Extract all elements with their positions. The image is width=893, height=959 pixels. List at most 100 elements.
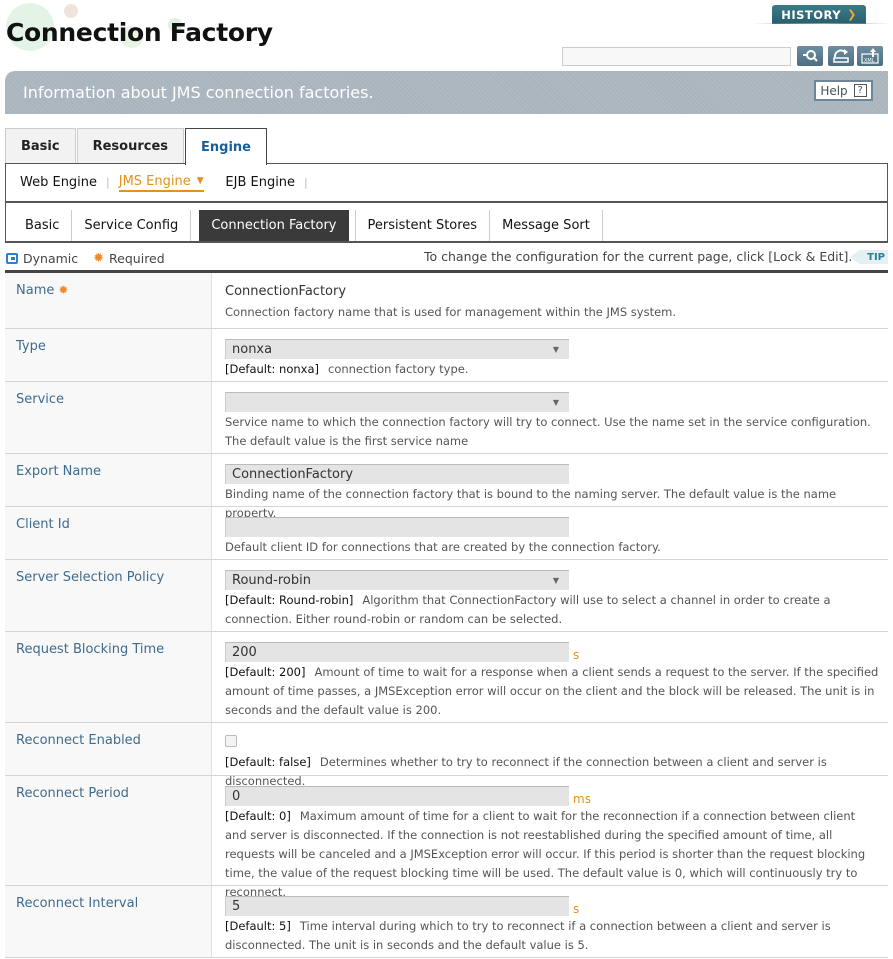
field-content: nonxa ▼ [Default: nonxa] connection factor… [212,329,888,381]
page-title: Connection Factory [6,18,273,47]
field-content: Default client ID for connections that a… [212,507,888,559]
request-blocking-time-input[interactable]: 200 [225,642,569,662]
default-value: [Default: 5] [225,919,291,933]
engine-tab-ejb[interactable]: EJB Engine [225,175,295,190]
unit-label: s [573,648,580,662]
form-row-request-blocking-time: Request Blocking Time 200 s [Default: 200… [5,632,888,723]
field-label: Reconnect Period [5,776,212,885]
subtab-basic[interactable]: Basic [13,210,73,241]
tab-resources[interactable]: Resources [76,128,185,164]
info-bar: Information about JMS connection factori… [5,71,888,114]
field-label: Client Id [5,507,212,559]
field-label-text: Name [16,283,55,298]
tab-basic[interactable]: Basic [5,128,76,164]
default-value: [Default: 0] [225,809,291,823]
service-select[interactable]: ▼ [225,392,569,412]
history-button[interactable]: HISTORY ❯ [772,5,866,24]
description-text: Amount of time to wait for a response wh… [225,665,879,717]
separator: | [304,176,308,189]
field-label: Export Name [5,454,212,506]
refresh-button[interactable] [828,46,854,66]
subtab-service-config[interactable]: Service Config [72,210,192,241]
field-label: Request Blocking Time [5,632,212,722]
svg-text:XML: XML [864,58,875,64]
type-select-value: nonxa [232,342,273,357]
form-row-type: Type nonxa ▼ [Default: nonxa] connection f… [5,329,888,382]
field-description: Service name to which the connection fac… [225,415,871,448]
form-row-reconnect-enabled: Reconnect Enabled [Default: false] Determ… [5,723,888,788]
engine-tab-web[interactable]: Web Engine [20,175,97,190]
field-description: Default client ID for connections that a… [225,540,661,554]
xml-export-icon: XML [861,48,879,64]
type-select[interactable]: nonxa ▼ [225,339,569,359]
field-content: Round-robin ▼ [Default: Round-robin] Algor… [212,560,888,631]
search-button[interactable] [797,46,823,66]
field-content: 5s [Default: 5] Time interval during whic… [212,886,888,957]
field-label: Name ✹ [5,273,212,328]
export-name-input[interactable]: ConnectionFactory [225,464,569,484]
field-content: ConnectionFactory Connection factory nam… [212,273,888,328]
dropdown-arrow-icon: ▼ [552,398,559,407]
subtab-persistent-stores[interactable]: Persistent Stores [354,210,491,241]
form-row-server-selection-policy: Server Selection Policy Round-robin ▼ [De… [5,560,888,632]
chevron-down-icon: ❯ [847,8,857,21]
required-icon: ✹ [58,283,69,297]
legend: Dynamic ✹ Required [6,251,165,266]
dynamic-label: Dynamic [23,251,79,266]
separator: | [106,176,110,189]
main-tabs: Basic Resources Engine [5,128,268,165]
decorative-circle [64,4,78,18]
form-row-service: Service ▼ Service name to which the conn… [5,382,888,454]
dynamic-icon [6,253,18,264]
field-content: 200 s [Default: 200] Amount of time to wai… [212,632,888,722]
select-value: Round-robin [232,573,311,588]
field-description: [Default: Round-robin] Algorithm that Con… [225,591,880,629]
config-form: Name ✹ ConnectionFactory Connection facto… [5,270,888,958]
reconnect-period-input[interactable]: 0 [225,786,569,806]
required-label: Required [109,251,165,266]
form-row-export-name: Export Name ConnectionFactory Binding na… [5,454,888,520]
form-row-reconnect-interval: Reconnect Interval 5s [Default: 5] Time i… [5,886,888,958]
field-description: Connection factory name that is used for… [225,305,677,319]
client-id-input[interactable] [225,517,569,537]
field-content: ConnectionFactory Binding name of the co… [212,454,888,520]
field-description: [Default: 5] Time interval during which t… [225,917,880,955]
history-underline [752,23,892,24]
engine-nav: Web Engine | JMS Engine ▼ | EJB Engine | [5,163,888,203]
form-row-client-id: Client Id Default client ID for connecti… [5,507,888,560]
search-input[interactable] [562,47,791,66]
field-label: Reconnect Enabled [5,723,212,775]
reconnect-enabled-checkbox[interactable] [225,735,237,747]
refresh-icon [833,49,849,63]
engine-tab-jms[interactable]: JMS Engine ▼ [118,173,204,192]
field-label: Service [5,382,212,453]
unit-label: s [573,902,580,916]
tip-badge: TIP [850,250,888,264]
help-label: Help [820,83,848,98]
subtab-message-sort[interactable]: Message Sort [490,210,603,241]
caret-down-icon: ▼ [196,176,204,186]
field-label: Reconnect Interval [5,886,212,957]
tab-engine[interactable]: Engine [185,128,267,165]
default-value: [Default: Round-robin] [225,593,354,607]
reconnect-interval-input[interactable]: 5 [225,896,569,916]
form-row-name: Name ✹ ConnectionFactory Connection facto… [5,273,888,329]
field-content: [Default: false] Determines whether to tr… [212,723,888,788]
field-description: [Default: 200] Amount of time to wait for… [225,663,880,720]
help-button[interactable]: Help ? [814,80,873,101]
info-text: Information about JMS connection factori… [23,83,374,102]
name-value: ConnectionFactory [225,284,347,299]
xml-export-button[interactable]: XML [857,46,883,66]
description-text: Time interval during which to try to rec… [225,919,831,952]
help-icon: ? [853,84,867,97]
field-content: ▼ Service name to which the connection f… [212,382,888,453]
description-text: connection factory type. [328,362,469,376]
subtab-connection-factory[interactable]: Connection Factory [199,210,349,241]
engine-tab-jms-label: JMS Engine [118,173,191,189]
server-selection-policy-select[interactable]: Round-robin ▼ [225,570,569,590]
form-row-reconnect-period: Reconnect Period 0 ms [Default: 0] Maximum… [5,776,888,899]
default-value: [Default: nonxa] [225,362,319,376]
field-content: 0 ms [Default: 0] Maximum amount of time f… [212,776,888,899]
default-value: [Default: 200] [225,665,306,679]
required-icon: ✹ [93,251,105,266]
